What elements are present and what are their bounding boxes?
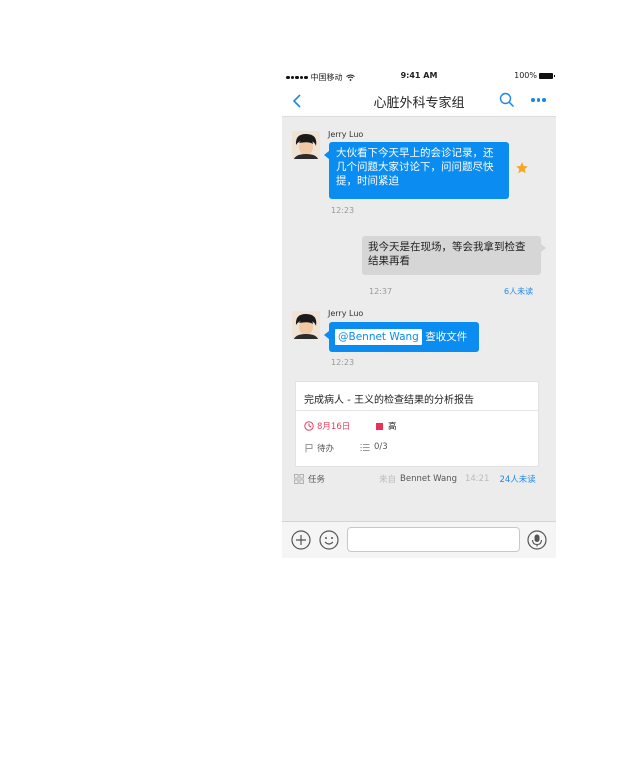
task-status: 待办 bbox=[304, 442, 334, 454]
battery-percent: 100% bbox=[514, 71, 537, 80]
microphone-icon[interactable] bbox=[527, 530, 547, 550]
from-name[interactable]: Bennet Wang bbox=[400, 474, 457, 484]
chat-area[interactable]: Jerry Luo 大伙看下今天早上的会诊记录，还几个问题大家讨论下，问问题尽快… bbox=[282, 117, 556, 521]
search-icon[interactable] bbox=[499, 92, 515, 108]
battery-icon bbox=[539, 72, 555, 79]
priority-icon bbox=[376, 422, 383, 430]
message-time: 12:37 bbox=[369, 287, 393, 296]
task-card[interactable]: 完成病人 - 王义的检查结果的分析报告 8月16日 高 待办 0/3 bbox=[295, 381, 539, 467]
task-date-label: 8月16日 bbox=[317, 422, 351, 432]
mention-tag[interactable]: @Bennet Wang bbox=[335, 329, 422, 345]
unread-count[interactable]: 6人未读 bbox=[504, 286, 533, 297]
from-label: 来自 bbox=[379, 475, 397, 485]
plus-circle-icon[interactable] bbox=[291, 530, 311, 550]
task-type: 任务 bbox=[294, 473, 325, 485]
priority-label: 高 bbox=[388, 422, 397, 432]
task-type-label: 任务 bbox=[308, 475, 326, 485]
nav-bar: 心脏外科专家组 bbox=[282, 86, 556, 117]
message-bubble[interactable]: @Bennet Wang 查收文件 bbox=[324, 322, 479, 352]
message-input[interactable] bbox=[347, 527, 520, 552]
task-origin: 来自 Bennet Wang 14:21 24人未读 bbox=[379, 473, 536, 485]
more-dots-icon[interactable] bbox=[531, 98, 546, 102]
sender-name: Jerry Luo bbox=[328, 130, 364, 139]
status-bar: 中国移动 9:41 AM 100% bbox=[282, 66, 556, 86]
input-bar bbox=[282, 521, 556, 558]
task-unread[interactable]: 24人未读 bbox=[499, 473, 535, 485]
task-time: 14:21 bbox=[464, 474, 490, 484]
message-text: 查收文件 bbox=[425, 331, 468, 343]
flag-icon bbox=[305, 444, 313, 453]
task-priority: 高 bbox=[376, 420, 397, 432]
task-subtasks: 0/3 bbox=[360, 442, 388, 452]
task-date: 8月16日 bbox=[304, 420, 350, 432]
divider bbox=[296, 410, 538, 411]
avatar[interactable] bbox=[292, 311, 320, 339]
message-bubble[interactable]: 我今天是在现场，等会我拿到检查结果再看 bbox=[362, 236, 546, 275]
smiley-icon[interactable] bbox=[319, 530, 339, 550]
subtask-count: 0/3 bbox=[374, 442, 388, 452]
clock-icon bbox=[304, 421, 314, 431]
star-icon[interactable] bbox=[515, 161, 529, 175]
list-icon bbox=[360, 443, 370, 451]
task-status-label: 待办 bbox=[317, 444, 335, 454]
sender-name: Jerry Luo bbox=[328, 309, 364, 318]
grid-icon bbox=[294, 474, 304, 484]
phone-screen: 中国移动 9:41 AM 100% 心脏外科专家组 Jerry Luo 大伙看下… bbox=[282, 66, 556, 558]
message-time: 12:23 bbox=[331, 358, 355, 367]
message-time: 12:23 bbox=[331, 206, 355, 215]
avatar[interactable] bbox=[292, 131, 320, 159]
task-title: 完成病人 - 王义的检查结果的分析报告 bbox=[304, 395, 474, 406]
message-bubble[interactable]: 大伙看下今天早上的会诊记录，还几个问题大家讨论下，问问题尽快提，时间紧迫 bbox=[324, 142, 509, 199]
